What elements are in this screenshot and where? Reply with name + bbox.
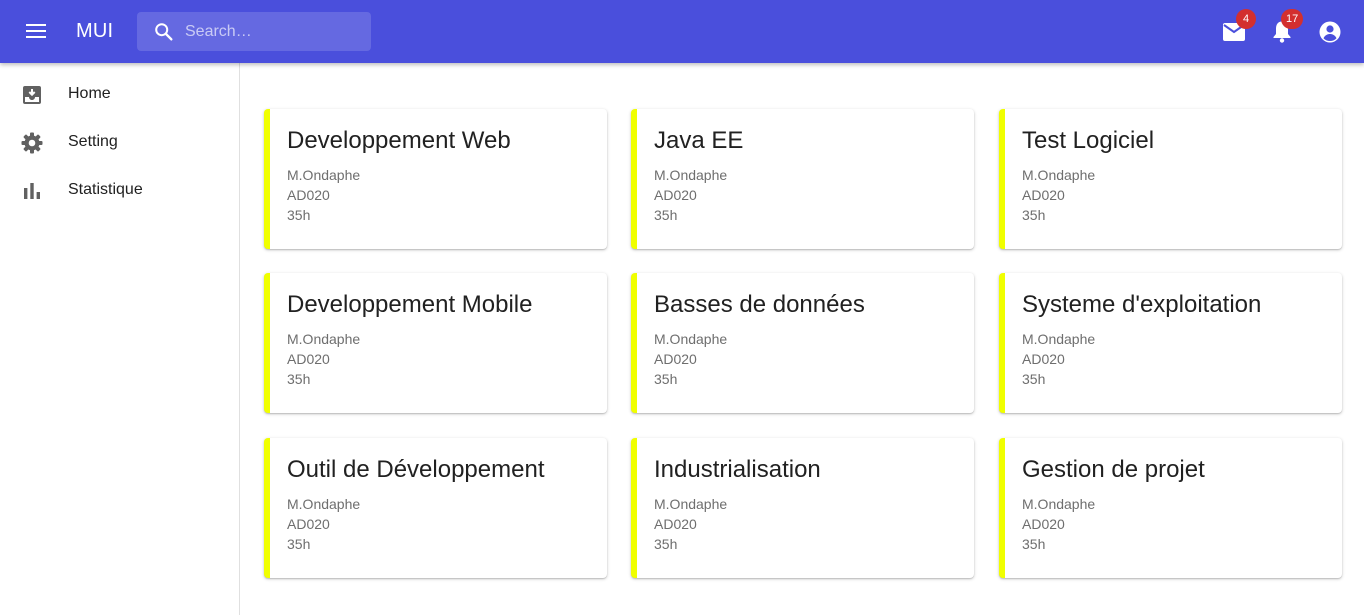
course-teacher: M.Ondaphe bbox=[1022, 496, 1096, 512]
mail-badge: 4 bbox=[1236, 9, 1256, 29]
course-hours: 35h bbox=[1022, 536, 1046, 552]
course-hours: 35h bbox=[287, 207, 311, 223]
course-card[interactable]: Systeme d'exploitation M.Ondaphe AD020 3… bbox=[999, 273, 1342, 413]
course-hours: 35h bbox=[1022, 207, 1046, 223]
course-hours: 35h bbox=[654, 536, 678, 552]
mail-button[interactable]: 4 bbox=[1217, 9, 1256, 49]
course-room: AD020 bbox=[654, 187, 697, 203]
search-icon bbox=[155, 23, 173, 41]
course-hours: 35h bbox=[654, 207, 678, 223]
course-card[interactable]: Outil de Développement M.Ondaphe AD020 3… bbox=[264, 438, 607, 578]
course-title: Java EE bbox=[654, 127, 744, 154]
account-button[interactable] bbox=[1313, 15, 1347, 49]
course-teacher: M.Ondaphe bbox=[287, 167, 361, 183]
sidebar-item-setting[interactable]: Setting bbox=[0, 119, 239, 167]
sidebar-item-label: Home bbox=[68, 85, 111, 102]
course-card[interactable]: Test Logiciel M.Ondaphe AD020 35h bbox=[999, 109, 1342, 249]
search-box bbox=[137, 12, 371, 51]
bar-chart-icon bbox=[24, 183, 40, 199]
app-title: MUI bbox=[76, 20, 114, 42]
course-hours: 35h bbox=[1022, 371, 1046, 387]
sidebar: Home Setting Statistique bbox=[0, 63, 240, 615]
course-hours: 35h bbox=[654, 371, 678, 387]
course-card[interactable]: Basses de données M.Ondaphe AD020 35h bbox=[631, 273, 974, 413]
gear-icon bbox=[21, 132, 43, 154]
course-title: Basses de données bbox=[654, 291, 865, 318]
menu-button[interactable] bbox=[22, 19, 50, 43]
notifications-badge: 17 bbox=[1281, 9, 1304, 29]
menu-icon bbox=[26, 24, 46, 38]
course-room: AD020 bbox=[1022, 187, 1065, 203]
course-room: AD020 bbox=[287, 516, 330, 532]
course-room: AD020 bbox=[654, 516, 697, 532]
notifications-button[interactable]: 17 bbox=[1265, 9, 1304, 49]
app-bar: MUI 4 17 bbox=[0, 0, 1364, 63]
course-title: Gestion de projet bbox=[1022, 456, 1205, 483]
course-room: AD020 bbox=[287, 351, 330, 367]
course-hours: 35h bbox=[287, 536, 311, 552]
course-teacher: M.Ondaphe bbox=[1022, 331, 1096, 347]
course-room: AD020 bbox=[654, 351, 697, 367]
course-title: Industrialisation bbox=[654, 456, 821, 483]
account-circle-icon bbox=[1319, 21, 1341, 43]
inbox-icon bbox=[23, 86, 41, 104]
course-card[interactable]: Java EE M.Ondaphe AD020 35h bbox=[631, 109, 974, 249]
course-card[interactable]: Gestion de projet M.Ondaphe AD020 35h bbox=[999, 438, 1342, 578]
search-input[interactable] bbox=[185, 12, 365, 51]
course-title: Developpement Mobile bbox=[287, 291, 533, 318]
course-teacher: M.Ondaphe bbox=[287, 331, 361, 347]
course-title: Systeme d'exploitation bbox=[1022, 291, 1262, 318]
course-card[interactable]: Industrialisation M.Ondaphe AD020 35h bbox=[631, 438, 974, 578]
course-teacher: M.Ondaphe bbox=[287, 496, 361, 512]
course-room: AD020 bbox=[1022, 351, 1065, 367]
sidebar-item-statistique[interactable]: Statistique bbox=[0, 167, 239, 215]
course-teacher: M.Ondaphe bbox=[654, 496, 728, 512]
sidebar-item-home[interactable]: Home bbox=[0, 71, 239, 119]
sidebar-item-label: Setting bbox=[68, 133, 118, 150]
course-title: Test Logiciel bbox=[1022, 127, 1155, 154]
course-room: AD020 bbox=[287, 187, 330, 203]
course-card[interactable]: Developpement Web M.Ondaphe AD020 35h bbox=[264, 109, 607, 249]
course-teacher: M.Ondaphe bbox=[654, 331, 728, 347]
sidebar-item-label: Statistique bbox=[68, 181, 143, 198]
course-room: AD020 bbox=[1022, 516, 1065, 532]
course-teacher: M.Ondaphe bbox=[654, 167, 728, 183]
course-card[interactable]: Developpement Mobile M.Ondaphe AD020 35h bbox=[264, 273, 607, 413]
course-title: Developpement Web bbox=[287, 127, 511, 154]
course-title: Outil de Développement bbox=[287, 456, 545, 483]
course-teacher: M.Ondaphe bbox=[1022, 167, 1096, 183]
course-hours: 35h bbox=[287, 371, 311, 387]
